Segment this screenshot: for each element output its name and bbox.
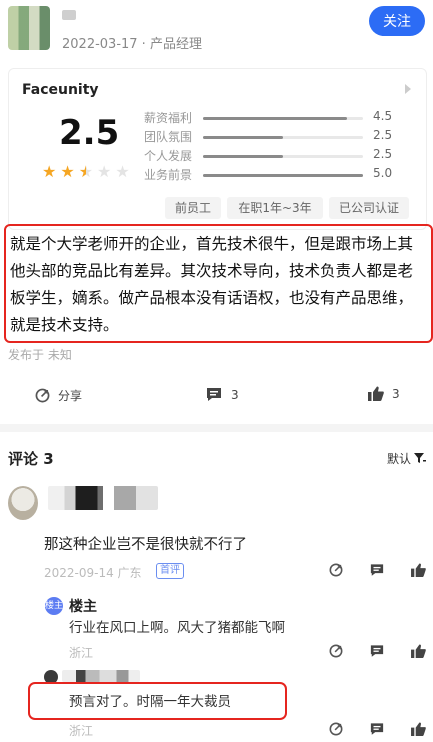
rating-label: 薪资福利 — [144, 111, 193, 125]
star-rating: ★ ★ ★ ★ ★ — [42, 162, 130, 181]
rating-bar — [203, 136, 363, 139]
rating-bar — [203, 155, 363, 158]
comments-title: 评论 3 — [8, 450, 54, 468]
rating-bar — [203, 174, 363, 177]
star-icon: ★ — [42, 162, 57, 181]
rating-value: 5.0 — [373, 166, 393, 180]
like-count: 3 — [392, 386, 400, 401]
overall-score: 2.5 — [59, 113, 120, 153]
thumbs-up-icon[interactable] — [411, 563, 426, 577]
reply-icon[interactable] — [370, 644, 384, 658]
like-action[interactable]: 3 — [368, 386, 400, 401]
rating-label: 业务前景 — [144, 168, 193, 182]
share-action[interactable]: 分享 — [35, 387, 82, 404]
author-name-obscured — [62, 10, 76, 20]
rating-bar-fill — [203, 117, 347, 120]
comment-text: 那这种企业岂不是很快就不行了 — [44, 537, 247, 553]
rating-bar — [203, 117, 363, 120]
filter-icon — [414, 453, 427, 464]
rating-bar-fill — [203, 155, 283, 158]
reply-text: 行业在风口上啊。风大了猪都能飞啊 — [69, 620, 285, 636]
rating-label: 团队氛围 — [144, 130, 193, 144]
star-icon: ★ — [60, 162, 75, 181]
commenter-avatar[interactable] — [8, 486, 38, 520]
rating-bar-fill — [203, 136, 283, 139]
thumbs-up-icon — [368, 386, 384, 401]
rating-bar-fill — [203, 174, 363, 177]
commenter-name-obscured — [62, 670, 140, 682]
comment-count: 3 — [231, 387, 239, 402]
published-info: 发布于 未知 — [8, 348, 72, 362]
section-divider — [0, 424, 433, 432]
comment-location: 浙江 — [69, 724, 94, 738]
rating-value: 2.5 — [373, 128, 393, 142]
tag-verified: 已公司认证 — [329, 197, 409, 219]
star-icon: ★ — [115, 162, 130, 181]
share-icon — [35, 388, 50, 403]
comment-icon — [206, 387, 222, 402]
chevron-right-icon[interactable] — [404, 84, 412, 94]
comment-date: 2022-09-14 广东 — [44, 566, 142, 580]
sort-dropdown[interactable]: 默认 — [387, 450, 427, 467]
review-text: 就是个大学老师开的企业，首先技术很牛，但是跟市场上其他头部的竞品比有差异。其次技… — [10, 235, 414, 334]
comment-text: 预言对了。时隔一年大裁员 — [69, 694, 231, 710]
tag-employee-status: 前员工 — [165, 197, 221, 219]
company-rating-card: Faceunity 2.5 ★ ★ ★ ★ ★ 薪资福利 4.5 团队氛围 2.5 个人… — [8, 68, 427, 230]
share-icon[interactable] — [329, 563, 343, 577]
comment-action[interactable]: 3 — [206, 387, 239, 402]
company-name[interactable]: Faceunity — [22, 82, 99, 98]
share-icon[interactable] — [329, 722, 343, 736]
author-avatar[interactable] — [8, 6, 50, 50]
rating-value: 4.5 — [373, 109, 393, 123]
reply-icon[interactable] — [370, 722, 384, 736]
sort-label: 默认 — [387, 452, 412, 466]
reply-location: 浙江 — [69, 646, 94, 660]
star-icon: ★ — [97, 162, 112, 181]
author-meta: 2022-03-17 · 产品经理 — [62, 37, 202, 52]
thumbs-up-icon[interactable] — [411, 644, 426, 658]
tag-tenure: 在职1年~3年 — [227, 197, 323, 219]
half-star-icon: ★ — [78, 162, 94, 181]
host-avatar[interactable]: 楼主 — [45, 597, 63, 615]
rating-label: 个人发展 — [144, 149, 193, 163]
rating-value: 2.5 — [373, 147, 393, 161]
reply-icon[interactable] — [370, 563, 384, 577]
host-name: 楼主 — [69, 599, 97, 615]
first-comment-badge: 首评 — [156, 563, 184, 579]
commenter-name-obscured — [48, 486, 158, 510]
follow-button[interactable]: 关注 — [369, 6, 425, 36]
thumbs-up-icon[interactable] — [411, 722, 426, 736]
share-icon[interactable] — [329, 644, 343, 658]
share-label: 分享 — [58, 389, 83, 403]
